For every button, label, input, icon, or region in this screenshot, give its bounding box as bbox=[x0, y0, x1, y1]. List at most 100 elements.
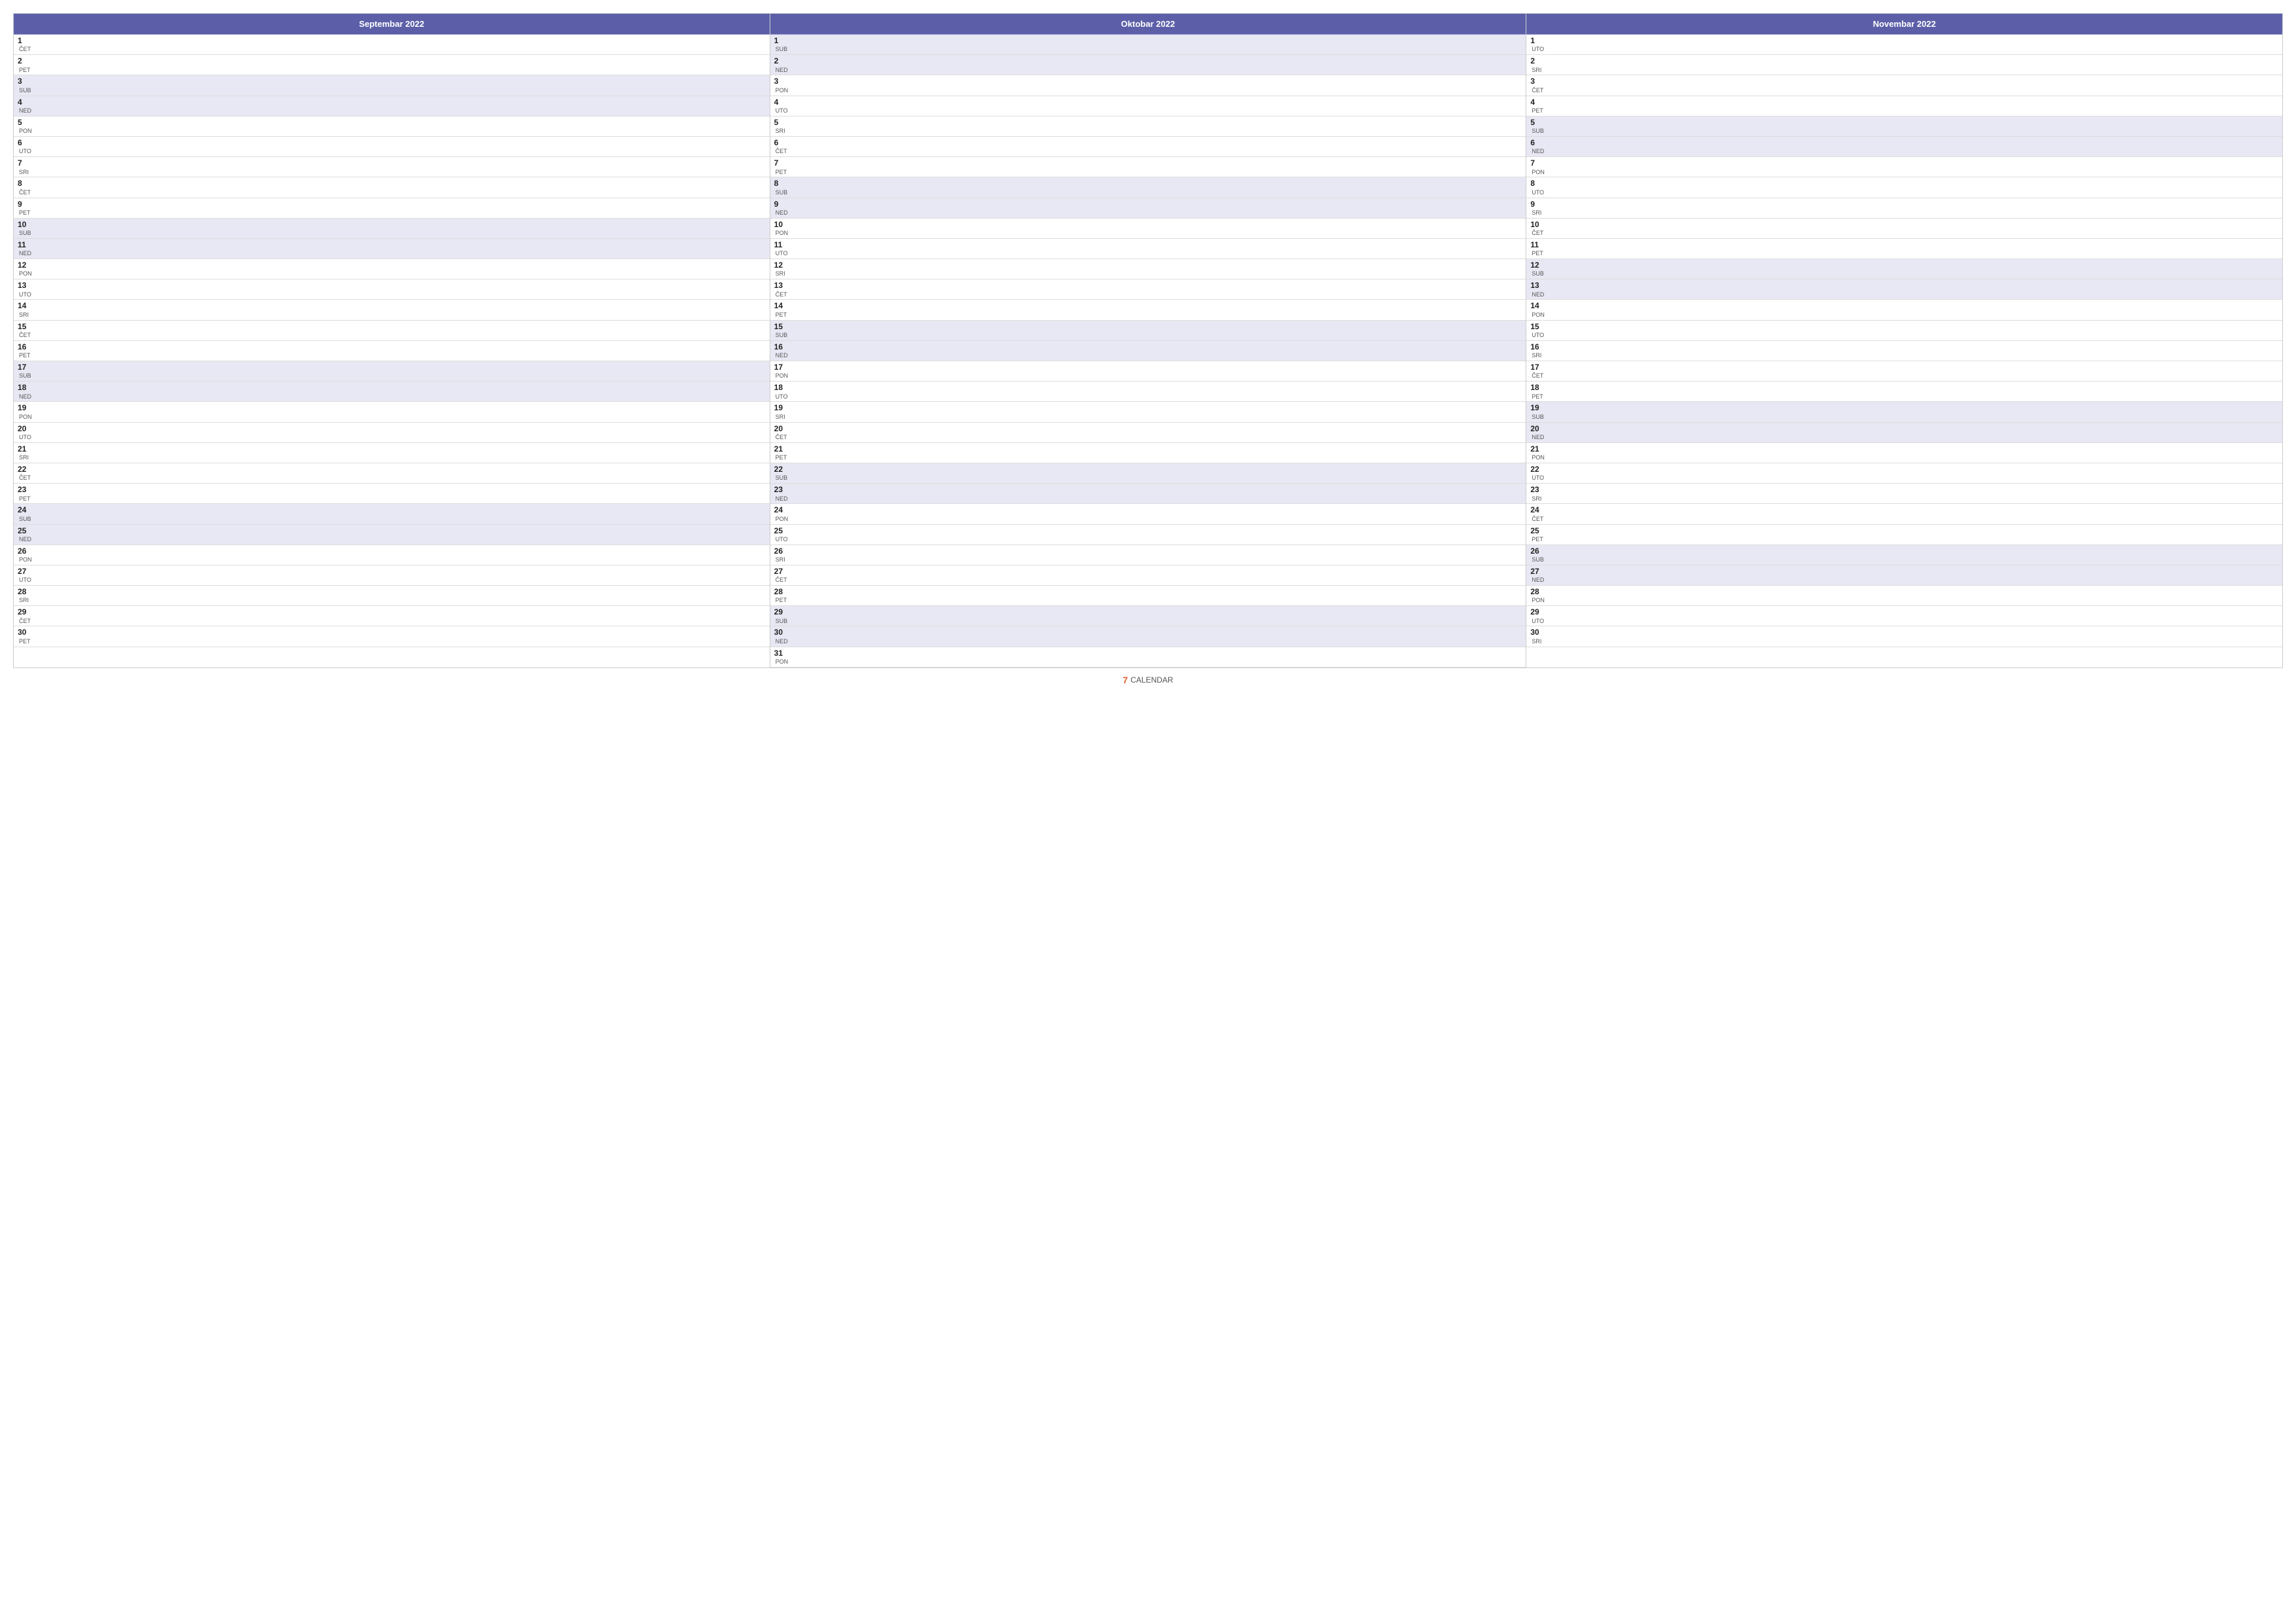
day-name: NED bbox=[1532, 148, 1544, 155]
day-row[interactable]: 9NED bbox=[770, 198, 1526, 219]
day-row[interactable]: 4PET bbox=[1526, 96, 2282, 116]
day-row[interactable]: 19SUB bbox=[1526, 402, 2282, 422]
day-row[interactable]: 23SRI bbox=[1526, 484, 2282, 504]
day-row[interactable]: 20NED bbox=[1526, 423, 2282, 443]
day-row[interactable]: 2NED bbox=[770, 55, 1526, 75]
day-row[interactable]: 8UTO bbox=[1526, 177, 2282, 198]
day-row[interactable]: 15UTO bbox=[1526, 321, 2282, 341]
day-row[interactable]: 26PON bbox=[14, 545, 770, 565]
day-row[interactable]: 2PET bbox=[14, 55, 770, 75]
day-row[interactable]: 12SUB bbox=[1526, 259, 2282, 279]
day-number: 30 bbox=[774, 628, 788, 637]
day-row[interactable]: 13ČET bbox=[770, 279, 1526, 300]
day-cell: 27ČET bbox=[774, 567, 787, 584]
day-row[interactable]: 11UTO bbox=[770, 239, 1526, 259]
day-row[interactable]: 21SRI bbox=[14, 443, 770, 463]
day-row[interactable]: 30SRI bbox=[1526, 626, 2282, 647]
day-row[interactable]: 9PET bbox=[14, 198, 770, 219]
day-row[interactable]: 16NED bbox=[770, 341, 1526, 361]
day-row[interactable]: 18PET bbox=[1526, 382, 2282, 402]
day-row[interactable]: 29ČET bbox=[14, 606, 770, 626]
day-row[interactable]: 22UTO bbox=[1526, 463, 2282, 484]
day-number: 1 bbox=[18, 36, 31, 45]
day-row[interactable]: 6ČET bbox=[770, 137, 1526, 157]
day-row[interactable]: 8ČET bbox=[14, 177, 770, 198]
day-row[interactable]: 7PON bbox=[1526, 157, 2282, 177]
day-row[interactable]: 7PET bbox=[770, 157, 1526, 177]
day-row[interactable]: 1ČET bbox=[14, 35, 770, 55]
day-row[interactable]: 15ČET bbox=[14, 321, 770, 341]
day-row[interactable]: 18NED bbox=[14, 382, 770, 402]
day-row[interactable]: 2SRI bbox=[1526, 55, 2282, 75]
day-row[interactable]: 16PET bbox=[14, 341, 770, 361]
day-row[interactable]: 24PON bbox=[770, 504, 1526, 524]
day-row[interactable]: 1SUB bbox=[770, 35, 1526, 55]
day-row[interactable]: 24SUB bbox=[14, 504, 770, 524]
day-row[interactable]: 3SUB bbox=[14, 75, 770, 96]
day-row[interactable]: 10PON bbox=[770, 219, 1526, 239]
day-row[interactable]: 21PON bbox=[1526, 443, 2282, 463]
day-row[interactable]: 28PON bbox=[1526, 586, 2282, 606]
day-row[interactable]: 3ČET bbox=[1526, 75, 2282, 96]
day-row[interactable]: 9SRI bbox=[1526, 198, 2282, 219]
day-row[interactable]: 25NED bbox=[14, 525, 770, 545]
day-row[interactable]: 26SUB bbox=[1526, 545, 2282, 565]
day-row[interactable]: 26SRI bbox=[770, 545, 1526, 565]
day-row[interactable]: 31PON bbox=[770, 647, 1526, 668]
day-number: 25 bbox=[1530, 526, 1543, 535]
day-row[interactable]: 23PET bbox=[14, 484, 770, 504]
day-row[interactable]: 25PET bbox=[1526, 525, 2282, 545]
day-row[interactable]: 18UTO bbox=[770, 382, 1526, 402]
day-row[interactable]: 29UTO bbox=[1526, 606, 2282, 626]
day-row[interactable]: 7SRI bbox=[14, 157, 770, 177]
day-row[interactable]: 22ČET bbox=[14, 463, 770, 484]
day-row[interactable]: 28PET bbox=[770, 586, 1526, 606]
day-row[interactable]: 30NED bbox=[770, 626, 1526, 647]
day-row[interactable]: 17PON bbox=[770, 361, 1526, 382]
day-row[interactable]: 29SUB bbox=[770, 606, 1526, 626]
day-row[interactable]: 14SRI bbox=[14, 300, 770, 320]
day-row[interactable]: 12SRI bbox=[770, 259, 1526, 279]
day-row[interactable]: 16SRI bbox=[1526, 341, 2282, 361]
day-row[interactable]: 19PON bbox=[14, 402, 770, 422]
day-row[interactable]: 6UTO bbox=[14, 137, 770, 157]
day-row[interactable]: 15SUB bbox=[770, 321, 1526, 341]
day-row[interactable]: 20ČET bbox=[770, 423, 1526, 443]
day-row[interactable]: 30PET bbox=[14, 626, 770, 647]
day-number: 26 bbox=[1530, 546, 1544, 556]
day-row[interactable]: 13UTO bbox=[14, 279, 770, 300]
day-row[interactable]: 28SRI bbox=[14, 586, 770, 606]
day-row[interactable]: 27UTO bbox=[14, 565, 770, 586]
day-row[interactable]: 11PET bbox=[1526, 239, 2282, 259]
day-row[interactable]: 8SUB bbox=[770, 177, 1526, 198]
day-row[interactable]: 5PON bbox=[14, 116, 770, 137]
day-row[interactable]: 11NED bbox=[14, 239, 770, 259]
day-row[interactable]: 1UTO bbox=[1526, 35, 2282, 55]
day-number: 7 bbox=[774, 158, 787, 168]
day-row[interactable]: 17ČET bbox=[1526, 361, 2282, 382]
day-name: PON bbox=[1532, 312, 1545, 319]
day-row[interactable]: 4NED bbox=[14, 96, 770, 116]
day-row[interactable]: 27NED bbox=[1526, 565, 2282, 586]
day-row[interactable]: 24ČET bbox=[1526, 504, 2282, 524]
day-row[interactable]: 22SUB bbox=[770, 463, 1526, 484]
day-row[interactable]: 27ČET bbox=[770, 565, 1526, 586]
day-row[interactable]: 14PET bbox=[770, 300, 1526, 320]
day-row[interactable]: 20UTO bbox=[14, 423, 770, 443]
day-row[interactable]: 13NED bbox=[1526, 279, 2282, 300]
day-row[interactable]: 6NED bbox=[1526, 137, 2282, 157]
day-row[interactable]: 17SUB bbox=[14, 361, 770, 382]
day-row[interactable]: 23NED bbox=[770, 484, 1526, 504]
day-row[interactable]: 14PON bbox=[1526, 300, 2282, 320]
day-row[interactable]: 25UTO bbox=[770, 525, 1526, 545]
day-row[interactable]: 4UTO bbox=[770, 96, 1526, 116]
day-row[interactable]: 10ČET bbox=[1526, 219, 2282, 239]
day-row[interactable]: 12PON bbox=[14, 259, 770, 279]
day-row[interactable]: 3PON bbox=[770, 75, 1526, 96]
day-name: PON bbox=[776, 658, 789, 666]
day-row[interactable]: 5SUB bbox=[1526, 116, 2282, 137]
day-row[interactable]: 5SRI bbox=[770, 116, 1526, 137]
day-row[interactable]: 21PET bbox=[770, 443, 1526, 463]
day-row[interactable]: 10SUB bbox=[14, 219, 770, 239]
day-row[interactable]: 19SRI bbox=[770, 402, 1526, 422]
